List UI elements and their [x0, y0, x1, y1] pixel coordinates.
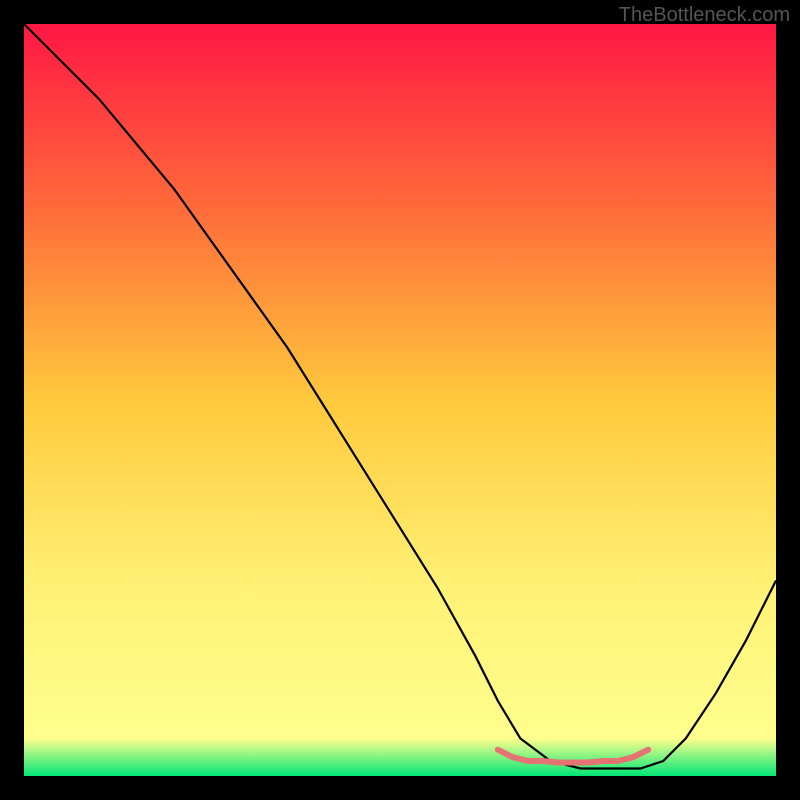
chart-area [24, 24, 776, 776]
watermark: TheBottleneck.com [619, 4, 790, 27]
bottleneck-chart [24, 24, 776, 776]
gradient-background [24, 24, 776, 776]
